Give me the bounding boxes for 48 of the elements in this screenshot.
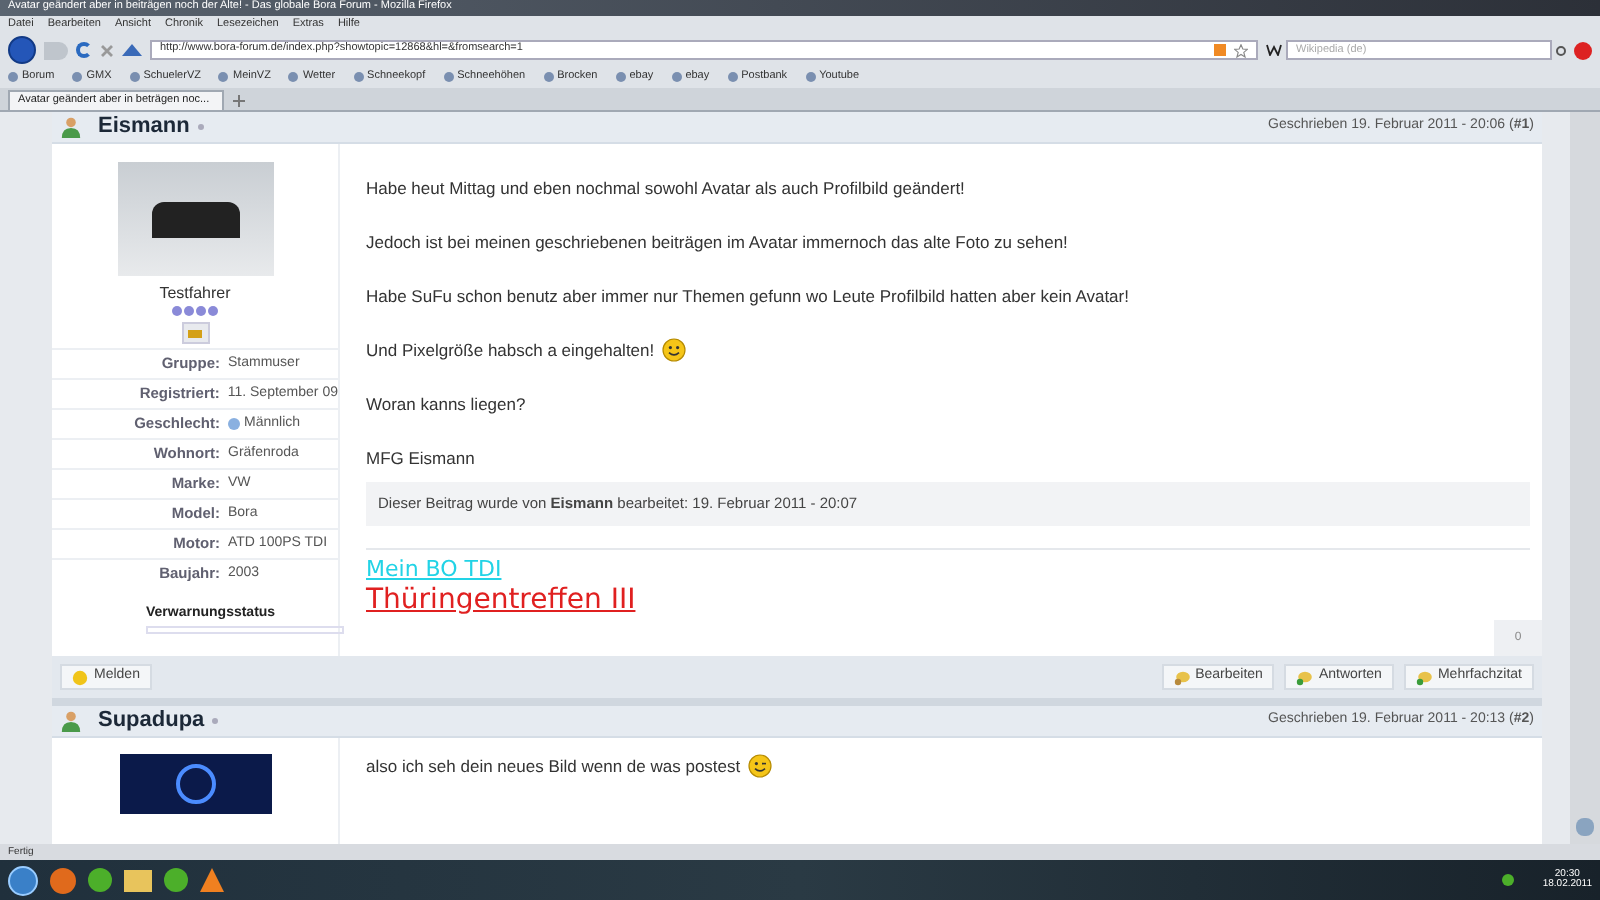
bookmark-icon	[129, 72, 140, 82]
user-icon	[60, 710, 82, 732]
reload-icon[interactable]	[76, 42, 92, 58]
post-text: also ich seh dein neues Bild wenn de was postest	[366, 754, 773, 780]
author-name[interactable]: Supadupa	[98, 704, 205, 738]
search-icon[interactable]	[1556, 45, 1566, 55]
member-rank: Testfahrer	[159, 282, 231, 306]
warning-icon	[72, 669, 88, 685]
post-text: Woran kanns liegen?	[366, 391, 528, 418]
bookmark-icon	[288, 72, 299, 82]
post-text: Und Pixelgröße habsch a eingehalten!	[366, 332, 1530, 368]
bookmark-icon	[671, 72, 682, 82]
stop-icon[interactable]	[100, 43, 114, 57]
bookmark-icon	[72, 72, 83, 82]
post-text: Habe SuFu schon benutz aber immer nur Themen gefunn wo Leute Profilbild hatten aber kein Avatar!	[366, 283, 1131, 310]
new-tab-button[interactable]	[232, 94, 246, 108]
gender-icon	[228, 418, 240, 430]
smiley-icon	[662, 338, 687, 362]
star-icon[interactable]	[1234, 43, 1248, 57]
author-name[interactable]: Eismann	[98, 110, 190, 144]
scrollbar[interactable]	[1570, 112, 1600, 844]
bookmark-icon	[8, 72, 18, 82]
bookmark-icon	[615, 72, 626, 82]
speech-bubble-icon	[1173, 669, 1190, 685]
card-icon[interactable]	[181, 322, 209, 344]
traffic-cone-icon[interactable]	[200, 868, 224, 892]
back-button[interactable]	[8, 36, 36, 64]
tray-icon	[1502, 874, 1515, 886]
bookmark-icon	[805, 72, 816, 82]
bookmark-icon	[218, 72, 229, 82]
post-text: MFG Eismann	[366, 445, 477, 472]
status-icon	[212, 718, 219, 724]
user-icon	[60, 116, 82, 138]
status-icon	[197, 124, 204, 130]
post-text: Habe heut Mittag und eben nochmal sowohl Avatar als auch Profilbild geändert!	[366, 175, 967, 202]
post-text: Jedoch ist bei meinen geschriebenen beiträgen im Avatar immernoch das alte Foto zu sehen!	[366, 229, 1070, 256]
firefox-icon[interactable]	[50, 867, 76, 893]
bookmark-icon	[543, 72, 554, 82]
bookmark-icon	[727, 72, 738, 82]
signature-link[interactable]: Thüringentreffen III	[366, 583, 636, 619]
smiley-icon	[748, 754, 773, 779]
bookmark-icon	[353, 72, 364, 82]
start-button[interactable]	[8, 865, 38, 895]
wikipedia-icon[interactable]	[1266, 44, 1282, 56]
speech-bubble-icon	[1415, 669, 1432, 685]
addon-icon[interactable]	[1574, 41, 1592, 59]
bookmark-icon	[443, 72, 454, 82]
speech-bubble-icon	[1296, 669, 1313, 685]
